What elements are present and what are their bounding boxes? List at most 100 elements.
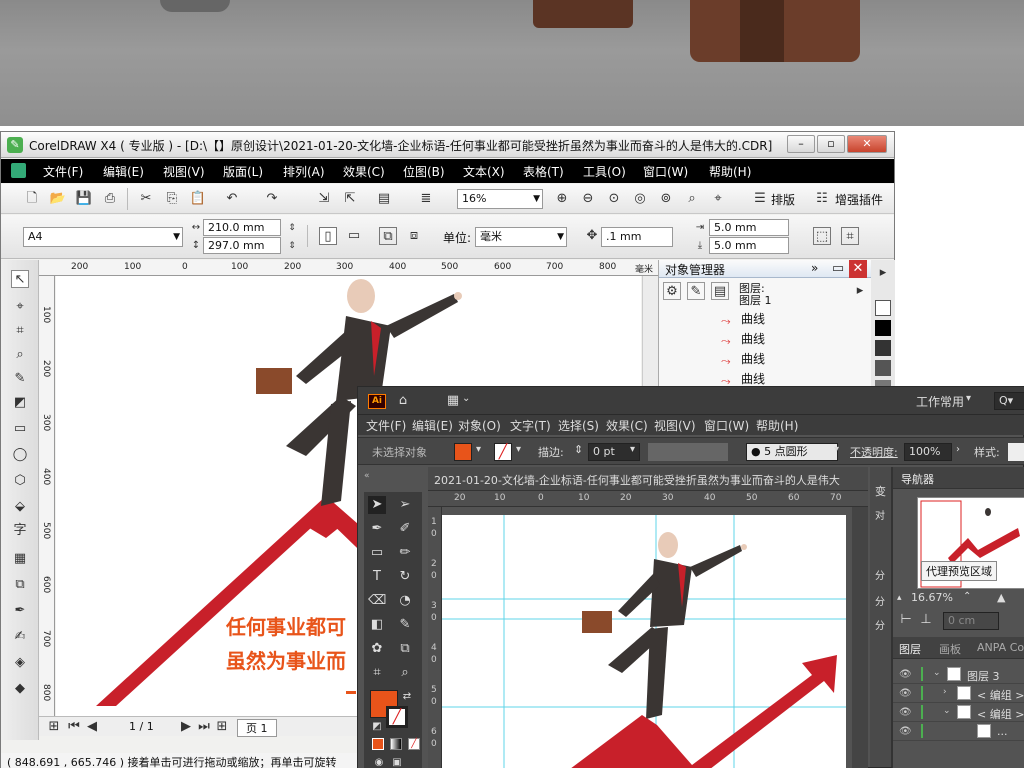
freehand-tool-icon[interactable]: ✎ (11, 370, 29, 388)
visibility-eye-icon[interactable]: 👁 (899, 669, 912, 680)
zoom-out-small-icon[interactable]: ▴ (897, 593, 902, 603)
enhance-plugin-button[interactable]: 增强插件 (835, 191, 883, 208)
opacity-input[interactable]: 100% (904, 443, 952, 461)
duplicate-x-input[interactable]: 5.0 mm (709, 219, 789, 236)
transform-panel-tab[interactable]: 变 (875, 483, 886, 499)
show-properties-icon[interactable]: ⚙ (663, 282, 681, 300)
object-item[interactable]: ⤳ 曲线 (721, 350, 765, 368)
ai-menu-help[interactable]: 帮助(H) (756, 417, 798, 434)
panel-close-icon[interactable]: ✕ (849, 260, 867, 278)
eyedropper-icon[interactable]: ✒ (11, 602, 29, 620)
first-page-icon[interactable]: ⏮ (65, 718, 83, 736)
color-swatch[interactable] (875, 320, 891, 336)
expand-chevron-icon[interactable]: › (943, 687, 947, 697)
object-manager-menu-icon[interactable]: ▸ (851, 282, 869, 300)
duplicate-y-input[interactable]: 5.0 mm (709, 237, 789, 254)
palette-scroll-icon[interactable]: ▸ (874, 264, 892, 282)
rectangle-tool-icon[interactable]: ▭ (368, 544, 386, 562)
page-width-input[interactable]: 210.0 mm (203, 219, 281, 236)
zoom-selected-icon[interactable]: ⊙ (605, 190, 623, 208)
artboards-tab[interactable]: 画板 (939, 641, 961, 657)
height-spinner-icon[interactable]: ⇕ (283, 237, 301, 255)
zoom-tool-icon[interactable]: ⌕ (11, 346, 29, 364)
default-colors-icon[interactable]: ◩ (368, 718, 386, 736)
menu-tools[interactable]: 工具(O) (583, 163, 626, 180)
layer-row[interactable]: 👁 ⌄ 图层 3 (893, 665, 1024, 684)
eyedropper-tool-icon[interactable]: ✎ (396, 616, 414, 634)
menu-layout[interactable]: 版面(L) (223, 163, 263, 180)
polygon-tool-icon[interactable]: ⬡ (11, 472, 29, 490)
visibility-eye-icon[interactable]: 👁 (899, 688, 912, 699)
copy-icon[interactable]: ⎘ (163, 190, 181, 208)
color-mode-icon[interactable] (372, 738, 384, 750)
close-button[interactable]: ✕ (847, 135, 887, 153)
brush-dropdown-icon[interactable]: ▾ (834, 444, 839, 455)
ai-vertical-scrollbar[interactable] (852, 507, 868, 768)
current-page-icon[interactable]: ⧈ (405, 227, 423, 245)
menu-text[interactable]: 文本(X) (463, 163, 505, 180)
minimize-button[interactable]: – (787, 135, 815, 153)
add-page-after-icon[interactable]: ⊞ (213, 718, 231, 736)
pick-tool-icon[interactable]: ↖ (11, 270, 29, 288)
expand-chevron-icon[interactable]: ⌄ (933, 668, 941, 678)
stroke-dropdown-icon[interactable]: ▾ (516, 444, 521, 455)
anpa-color-tab[interactable]: ANPA Color (977, 641, 1024, 654)
app-launcher-icon[interactable]: ▤ (375, 190, 393, 208)
menu-table[interactable]: 表格(T) (523, 163, 564, 180)
zoom-page-icon[interactable]: ⊚ (657, 190, 675, 208)
zoom-tool-icon[interactable]: ⌕ (396, 664, 414, 682)
nudge-input[interactable]: .1 mm (601, 227, 673, 247)
panel-expand-icon[interactable]: » (811, 261, 818, 275)
paste-icon[interactable]: 📋 (189, 190, 207, 208)
selection-tool-icon[interactable]: ➤ (368, 496, 386, 514)
blend-tool-icon[interactable]: ⧉ (11, 576, 29, 594)
pen-tool-icon[interactable]: ✒ (368, 520, 386, 538)
zoom-height-icon[interactable]: ⌖ (709, 190, 727, 208)
ai-canvas[interactable] (442, 507, 852, 768)
redo-icon[interactable]: ↷ (263, 190, 281, 208)
shape-tool-icon[interactable]: ⌖ (11, 298, 29, 316)
visibility-eye-icon[interactable]: 👁 (899, 707, 912, 718)
ai-menu-type[interactable]: 文字(T) (510, 417, 551, 434)
spacing-input[interactable]: 0 cm (943, 612, 999, 630)
workspace-dropdown-icon[interactable]: ▾ (966, 393, 971, 404)
portrait-icon[interactable]: ▯ (319, 227, 337, 245)
rotate-tool-icon[interactable]: ↻ (396, 568, 414, 586)
welcome-icon[interactable]: ≣ (417, 190, 435, 208)
layer-row[interactable]: 👁 › < 编组 > (893, 684, 1024, 703)
navigator-zoom-value[interactable]: 16.67% (911, 591, 953, 604)
object-item[interactable]: ⤳ 曲线 (721, 370, 765, 388)
screen-mode-icon[interactable]: ▣ (388, 754, 406, 768)
ellipse-tool-icon[interactable]: ◯ (11, 446, 29, 464)
unit-select[interactable]: 毫米 ▼ (475, 227, 567, 247)
export-icon[interactable]: ⇱ (341, 190, 359, 208)
align-left-icon[interactable]: ⊢ (897, 611, 915, 629)
navigator-tab[interactable]: 导航器 (901, 471, 934, 487)
pencil-tool-icon[interactable]: ✏ (396, 544, 414, 562)
no-color-swatch[interactable] (875, 300, 891, 316)
swap-fill-stroke-icon[interactable]: ⇄ (398, 688, 416, 706)
curvature-tool-icon[interactable]: ✐ (396, 520, 414, 538)
zoom-in-large-icon[interactable]: ▲ (997, 591, 1005, 604)
stroke-none-swatch[interactable]: ╱ (494, 443, 512, 461)
next-page-icon[interactable]: ▶ (177, 718, 195, 736)
type-tool-icon[interactable]: T (368, 568, 386, 586)
menu-file[interactable]: 文件(F) (43, 163, 83, 180)
zoom-all-icon[interactable]: ◎ (631, 190, 649, 208)
undo-icon[interactable]: ↶ (223, 190, 241, 208)
maximize-button[interactable]: ▫ (817, 135, 845, 153)
ai-menu-effect[interactable]: 效果(C) (606, 417, 648, 434)
stroke-weight-dropdown-icon[interactable]: ▾ (630, 444, 635, 455)
stroke-swatch-large[interactable]: ╱ (386, 706, 408, 728)
import-icon[interactable]: ⇲ (315, 190, 333, 208)
last-page-icon[interactable]: ⏭ (195, 718, 213, 736)
width-spinner-icon[interactable]: ⇕ (283, 219, 301, 237)
prev-page-icon[interactable]: ◀ (83, 718, 101, 736)
smart-fill-icon[interactable]: ◩ (11, 394, 29, 412)
zoom-width-icon[interactable]: ⌕ (683, 190, 701, 208)
outline-tool-icon[interactable]: ✍ (11, 628, 29, 646)
ai-search-box[interactable]: Q▾ (994, 392, 1024, 410)
ai-menu-edit[interactable]: 编辑(E) (412, 417, 453, 434)
page-height-input[interactable]: 297.0 mm (203, 237, 281, 254)
layer-row[interactable]: 👁 ... (893, 722, 1024, 741)
